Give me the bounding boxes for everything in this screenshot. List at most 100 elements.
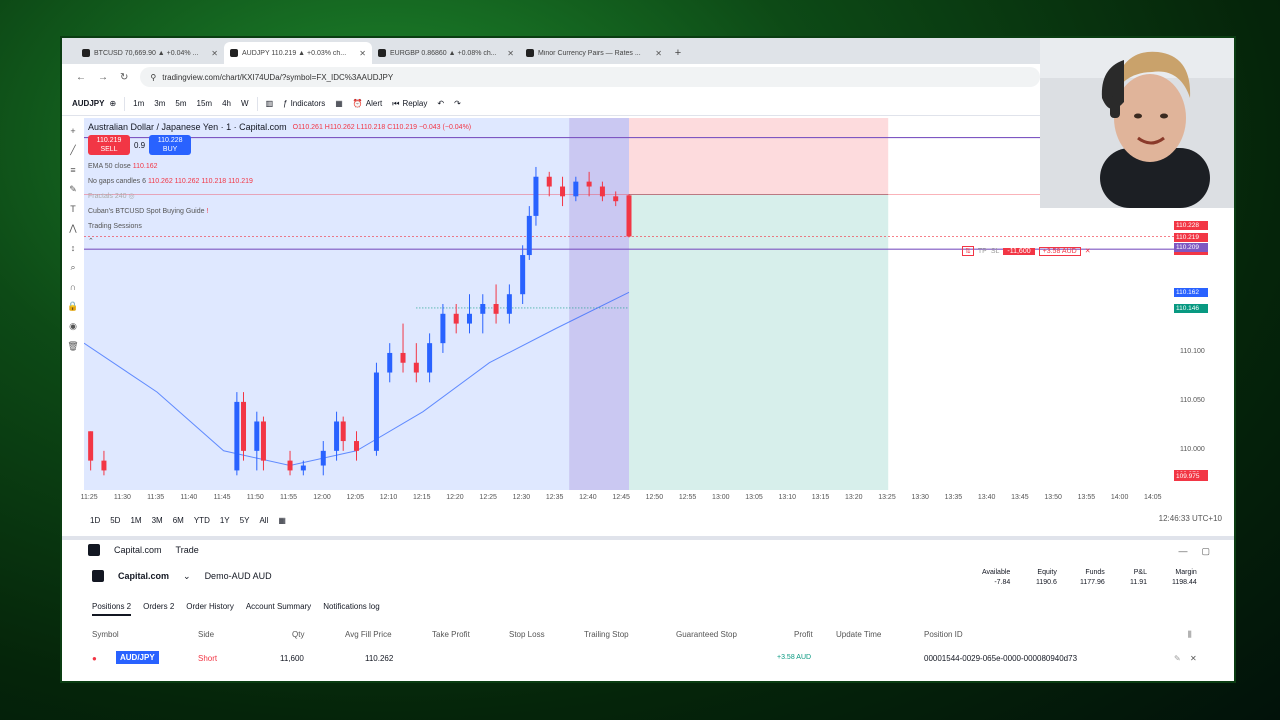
tab-account-summary[interactable]: Account Summary xyxy=(246,602,311,616)
tab-positions[interactable]: Positions 2 xyxy=(92,602,132,616)
back-icon[interactable]: ← xyxy=(76,72,86,83)
broker-dropdown[interactable]: Capital.com xyxy=(118,571,169,581)
sl-label[interactable]: SL xyxy=(991,248,1000,255)
replay-button[interactable]: ⏮ Replay xyxy=(387,94,432,114)
buy-button[interactable]: 110.228 BUY xyxy=(149,135,192,155)
column-header[interactable]: Update Time xyxy=(836,630,881,639)
zoom-icon[interactable]: ⌕ xyxy=(70,262,75,273)
tab-notifications[interactable]: Notifications log xyxy=(323,602,379,616)
indicator-fractals[interactable]: Fractals 240 ◎ xyxy=(88,189,471,204)
close-position-icon[interactable]: ✕ xyxy=(1085,247,1091,255)
column-header[interactable]: Position ID xyxy=(924,630,963,639)
column-header[interactable]: Symbol xyxy=(92,630,119,639)
fib-icon[interactable]: ≡ xyxy=(70,165,75,175)
candle xyxy=(320,450,326,466)
text-icon[interactable]: T xyxy=(70,204,76,214)
interval-1m[interactable]: 1m xyxy=(128,94,149,114)
site-info-icon[interactable]: ⚲ xyxy=(150,73,156,82)
avg-price-value: 110.262 xyxy=(365,654,394,663)
alert-button[interactable]: ⏰ Alert xyxy=(348,94,387,114)
interval-4h[interactable]: 4h xyxy=(217,94,236,114)
column-header[interactable]: Guaranteed Stop xyxy=(676,630,737,639)
range-1y[interactable]: 1Y xyxy=(220,516,230,525)
indicator-ema[interactable]: EMA 50 close 110.162 xyxy=(88,159,471,174)
trend-line-icon[interactable]: ╱ xyxy=(70,145,75,156)
eye-off-icon[interactable]: ◎ xyxy=(128,193,134,200)
range-all[interactable]: All xyxy=(259,516,268,525)
eye-icon[interactable]: ◉ xyxy=(69,321,77,332)
indicators-button[interactable]: ƒ Indicators xyxy=(278,94,330,114)
pattern-icon[interactable]: ⋀ xyxy=(69,223,76,234)
position-qty[interactable]: -11,600 xyxy=(1003,247,1035,255)
lock-icon[interactable]: 🔒 xyxy=(67,301,78,312)
indicator-nogaps[interactable]: No gaps candles 6 110.262 110.262 110.21… xyxy=(88,174,471,189)
range-ytd[interactable]: YTD xyxy=(194,516,210,525)
forward-icon[interactable]: → xyxy=(98,72,108,83)
browser-tab[interactable]: EURGBP 0.86860 ▲ +0.08% ch... ✕ xyxy=(372,42,520,64)
interval-15m[interactable]: 15m xyxy=(192,94,218,114)
column-header[interactable]: Avg Fill Price xyxy=(345,630,392,639)
time-scale[interactable]: 11:25 11:30 11:35 11:40 11:45 11:50 11:55 12:00… xyxy=(81,492,1174,506)
position-label[interactable]: ⇅ TP SL -11,600 +3.58 AUD ✕ xyxy=(962,246,1091,256)
redo-icon[interactable]: ↷ xyxy=(449,94,466,114)
tab-orders[interactable]: Orders 2 xyxy=(143,602,174,616)
column-header[interactable]: Stop Loss xyxy=(509,630,545,639)
range-3m[interactable]: 3M xyxy=(152,516,163,525)
candle xyxy=(260,421,266,461)
trash-icon[interactable]: 🗑 xyxy=(67,341,78,352)
symbol-badge[interactable]: AUD/JPY xyxy=(116,651,159,664)
trade-tab[interactable]: Trade xyxy=(176,545,199,555)
candle xyxy=(480,304,486,314)
maximize-panel-icon[interactable]: ▢ xyxy=(1201,546,1210,557)
broker-name[interactable]: Capital.com xyxy=(114,545,162,555)
browser-tab[interactable]: Minor Currency Pairs — Rates ... ✕ xyxy=(520,42,668,64)
close-icon[interactable]: ✕ xyxy=(211,49,218,58)
new-tab-icon[interactable]: + xyxy=(668,42,688,64)
range-1m[interactable]: 1M xyxy=(130,516,141,525)
reload-icon[interactable]: ↻ xyxy=(120,72,128,83)
indicator-sessions[interactable]: Trading Sessions xyxy=(88,219,471,234)
utc-clock[interactable]: 12:46:33 UTC+10 xyxy=(1159,514,1222,523)
close-icon[interactable]: ✕ xyxy=(1190,654,1197,663)
columns-icon[interactable]: ⫼ xyxy=(1188,630,1192,640)
interval-w[interactable]: W xyxy=(236,94,254,114)
position-marker[interactable]: ⇅ xyxy=(962,246,974,256)
collapse-legend-icon[interactable]: ⌃ xyxy=(88,234,471,249)
interval-5m[interactable]: 5m xyxy=(170,94,191,114)
column-header[interactable]: Take Profit xyxy=(432,630,470,639)
interval-3m[interactable]: 3m xyxy=(149,94,170,114)
close-icon[interactable]: ✕ xyxy=(655,49,662,58)
measure-icon[interactable]: ↕ xyxy=(71,243,76,253)
tab-order-history[interactable]: Order History xyxy=(186,602,234,616)
price-chart[interactable]: Australian Dollar / Japanese Yen · 1 · C… xyxy=(84,118,1174,490)
close-icon[interactable]: ✕ xyxy=(507,49,514,58)
column-header[interactable]: Qty xyxy=(292,630,304,639)
chevron-down-icon[interactable]: ⌄ xyxy=(183,571,191,582)
minimize-panel-icon[interactable]: — xyxy=(1178,546,1187,557)
range-5d[interactable]: 5D xyxy=(110,516,120,525)
range-6m[interactable]: 6M xyxy=(173,516,184,525)
column-header[interactable]: Profit xyxy=(794,630,813,639)
browser-tab-active[interactable]: AUDJPY 110.219 ▲ +0.03% ch... ✕ xyxy=(224,42,372,64)
range-1d[interactable]: 1D xyxy=(90,516,100,525)
add-symbol-icon[interactable]: ⊕ xyxy=(104,94,121,114)
indicator-guide[interactable]: Cuban's BTCUSD Spot Buying Guide ! xyxy=(88,204,471,219)
column-header[interactable]: Side xyxy=(198,630,214,639)
account-dropdown[interactable]: Demo-AUD AUD xyxy=(205,571,272,581)
brush-icon[interactable]: ✎ xyxy=(69,184,77,195)
chart-type-icon[interactable]: ▥ xyxy=(261,94,279,114)
undo-icon[interactable]: ↶ xyxy=(432,94,449,114)
browser-tab[interactable]: BTCUSD 70,669.90 ▲ +0.04% ... ✕ xyxy=(76,42,224,64)
range-5y[interactable]: 5Y xyxy=(240,516,250,525)
edit-icon[interactable]: ✎ xyxy=(1174,654,1181,663)
templates-icon[interactable]: ▦ xyxy=(330,94,348,114)
crosshair-icon[interactable]: + xyxy=(70,126,75,136)
url-field[interactable]: ⚲ tradingview.com/chart/KXI74UDa/?symbol=… xyxy=(140,67,1041,87)
tp-label[interactable]: TP xyxy=(978,248,987,255)
symbol-search[interactable]: AUDJPY xyxy=(72,99,104,108)
magnet-icon[interactable]: ∩ xyxy=(70,282,76,292)
close-icon[interactable]: ✕ xyxy=(359,49,366,58)
calendar-icon[interactable]: ▦ xyxy=(278,516,286,525)
sell-button[interactable]: 110.219 SELL xyxy=(88,135,130,155)
column-header[interactable]: Trailing Stop xyxy=(584,630,629,639)
